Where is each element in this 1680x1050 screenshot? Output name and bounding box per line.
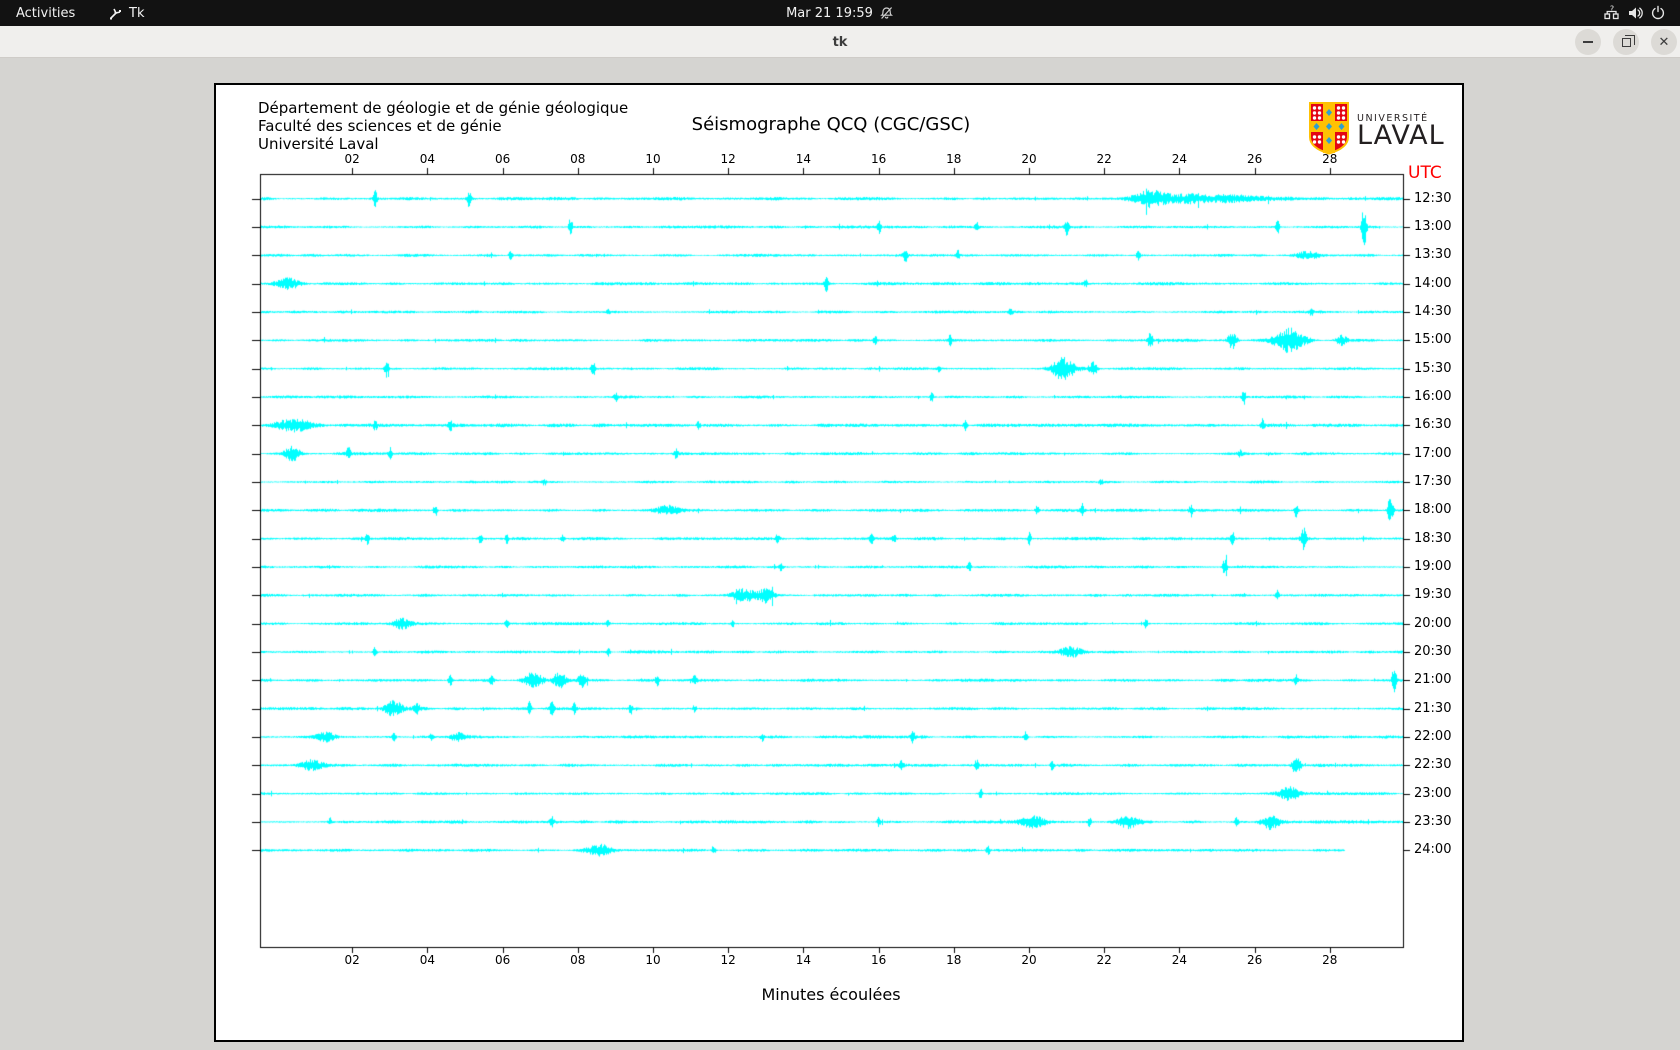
x-tick-label-top: 10 bbox=[645, 152, 661, 166]
svg-text:?: ? bbox=[1610, 5, 1614, 14]
x-tick-label-bottom: 02 bbox=[344, 953, 360, 967]
minimize-button[interactable] bbox=[1575, 29, 1601, 55]
x-tick-label-top: 18 bbox=[946, 152, 962, 166]
time-label: 21:00 bbox=[1414, 672, 1452, 688]
clock-menu[interactable]: Mar 21 19:59 bbox=[786, 0, 894, 26]
time-label: 21:30 bbox=[1414, 700, 1452, 716]
x-tick-label-top: 26 bbox=[1246, 152, 1263, 166]
x-tick-label-top: 28 bbox=[1322, 152, 1338, 166]
x-tick-label-bottom: 04 bbox=[419, 953, 436, 967]
x-tick-label-top: 24 bbox=[1171, 152, 1188, 166]
tk-app-icon bbox=[108, 6, 123, 21]
time-label: 13:00 bbox=[1414, 219, 1452, 235]
time-label: 20:00 bbox=[1414, 615, 1452, 631]
x-tick-label-top: 14 bbox=[795, 152, 812, 166]
header-line-1: Département de géologie et de génie géol… bbox=[258, 99, 629, 117]
x-tick-label-top: 08 bbox=[570, 152, 586, 166]
time-label: 23:00 bbox=[1414, 785, 1452, 801]
laval-shield-icon bbox=[1308, 101, 1350, 159]
logo-laval-label: LAVAL bbox=[1357, 119, 1445, 151]
power-icon bbox=[1650, 5, 1666, 21]
close-button[interactable]: ✕ bbox=[1651, 29, 1677, 55]
window-title: tk bbox=[832, 34, 848, 50]
seismograph-canvas: Département de géologie et de génie géol… bbox=[214, 83, 1464, 1042]
time-label: 14:30 bbox=[1414, 304, 1452, 320]
header-line-2: Faculté des sciences et de génie bbox=[258, 117, 502, 135]
x-axis-title: Minutes écoulées bbox=[761, 985, 901, 1004]
x-tick-label-bottom: 12 bbox=[720, 953, 736, 967]
activities-button[interactable]: Activities bbox=[16, 0, 75, 26]
x-tick-label-top: 02 bbox=[344, 152, 360, 166]
time-label: 20:30 bbox=[1414, 643, 1452, 659]
x-tick-label-bottom: 14 bbox=[795, 953, 812, 967]
time-label: 19:00 bbox=[1414, 558, 1452, 574]
maximize-button[interactable] bbox=[1613, 29, 1639, 55]
x-tick-label-top: 04 bbox=[419, 152, 436, 166]
x-tick-label-bottom: 10 bbox=[645, 953, 661, 967]
window-title-bar[interactable]: tk bbox=[0, 26, 1680, 58]
x-tick-label-bottom: 24 bbox=[1171, 953, 1188, 967]
x-tick-label-bottom: 08 bbox=[570, 953, 586, 967]
desktop: Activities Tk Mar 21 19:59 ? tk ✕ Départ… bbox=[0, 0, 1680, 1050]
x-tick-label-bottom: 20 bbox=[1021, 953, 1037, 967]
x-tick-label-bottom: 16 bbox=[870, 953, 887, 967]
time-label: 15:00 bbox=[1414, 332, 1452, 348]
activities-label: Activities bbox=[16, 5, 76, 21]
time-label: 18:30 bbox=[1414, 530, 1452, 546]
time-label: 23:30 bbox=[1414, 813, 1452, 829]
seismogram-plot bbox=[216, 85, 1462, 1040]
institution-header: Département de géologie et de génie géol… bbox=[258, 99, 628, 153]
x-tick-label-top: 06 bbox=[494, 152, 511, 166]
notifications-muted-icon bbox=[879, 6, 894, 21]
time-label: 22:30 bbox=[1414, 757, 1452, 773]
volume-icon bbox=[1627, 5, 1644, 21]
time-label: 13:30 bbox=[1414, 247, 1452, 263]
x-tick-label-top: 16 bbox=[870, 152, 887, 166]
x-tick-label-top: 20 bbox=[1021, 152, 1037, 166]
focused-app-label: Tk bbox=[129, 5, 145, 21]
utc-label: UTC bbox=[1408, 163, 1442, 183]
x-tick-label-bottom: 28 bbox=[1322, 953, 1338, 967]
x-tick-label-bottom: 26 bbox=[1246, 953, 1263, 967]
plot-title: Séismographe QCQ (CGC/GSC) bbox=[691, 114, 971, 135]
time-label: 17:00 bbox=[1414, 445, 1452, 461]
system-status-area[interactable]: ? bbox=[1603, 0, 1666, 26]
time-label: 16:30 bbox=[1414, 417, 1452, 433]
clock-label: Mar 21 19:59 bbox=[786, 5, 873, 21]
time-label: 16:00 bbox=[1414, 389, 1452, 404]
x-tick-label-bottom: 06 bbox=[494, 953, 511, 967]
x-tick-label-top: 12 bbox=[720, 152, 736, 166]
time-label: 24:00 bbox=[1414, 842, 1452, 858]
time-label: 22:00 bbox=[1414, 728, 1452, 744]
laval-logo-text: UNIVERSITÉ LAVAL bbox=[1357, 113, 1445, 151]
time-label: 14:00 bbox=[1414, 275, 1452, 291]
focused-app-menu[interactable]: Tk bbox=[108, 0, 144, 26]
time-label: 19:30 bbox=[1414, 587, 1452, 603]
time-label: 12:30 bbox=[1414, 190, 1452, 206]
x-tick-label-bottom: 18 bbox=[946, 953, 962, 967]
header-line-3: Université Laval bbox=[258, 135, 379, 153]
time-label: 15:30 bbox=[1414, 360, 1452, 376]
x-tick-label-bottom: 22 bbox=[1096, 953, 1112, 967]
network-icon: ? bbox=[1603, 5, 1621, 21]
gnome-top-bar: Activities Tk Mar 21 19:59 ? bbox=[0, 0, 1680, 26]
time-label: 18:00 bbox=[1414, 502, 1452, 518]
time-label: 17:30 bbox=[1414, 474, 1452, 489]
x-tick-label-top: 22 bbox=[1096, 152, 1112, 166]
universite-laval-logo: UNIVERSITÉ LAVAL bbox=[1308, 101, 1445, 159]
